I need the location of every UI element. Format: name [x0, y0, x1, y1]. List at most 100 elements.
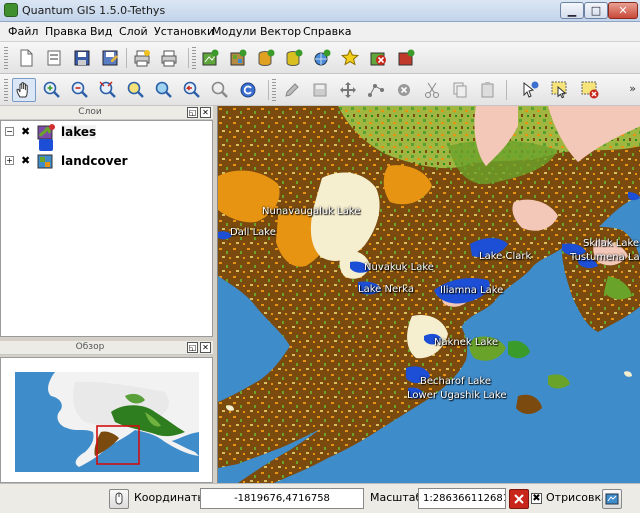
- overview-panel-title: Обзор: [75, 342, 105, 352]
- print-composer-button[interactable]: [130, 46, 154, 70]
- menu-view[interactable]: Вид: [90, 25, 112, 38]
- pan-tool-button[interactable]: [12, 78, 36, 102]
- panel-close-button[interactable]: ✕: [200, 342, 211, 353]
- zoom-last-button[interactable]: [180, 78, 204, 102]
- add-postgis-layer-button[interactable]: [254, 46, 278, 70]
- toggle-extents-button[interactable]: [109, 489, 129, 509]
- toggle-editing-button[interactable]: [280, 78, 304, 102]
- overview-panel-header: Обзор ◱ ✕: [0, 341, 213, 355]
- stop-render-button[interactable]: [509, 489, 529, 509]
- open-project-button[interactable]: [42, 46, 66, 70]
- pencil-icon: [285, 83, 299, 97]
- toolbar-grip[interactable]: [4, 47, 8, 69]
- map-label-naknek-lake: Naknek Lake: [434, 337, 499, 348]
- coordinates-field[interactable]: -1819676,4716758: [200, 488, 364, 509]
- layer-visibility-checkbox[interactable]: ✖: [21, 155, 32, 166]
- map-canvas[interactable]: Nunavaugaluk Lake Dall Lake Nuvakuk Lake…: [217, 106, 640, 483]
- save-project-button[interactable]: [70, 46, 94, 70]
- landcover-map[interactable]: [218, 106, 640, 483]
- zoom-in-button[interactable]: [40, 78, 64, 102]
- projection-button[interactable]: [602, 489, 622, 509]
- deselect-icon: [581, 81, 599, 99]
- add-vector-layer-button[interactable]: [198, 46, 222, 70]
- deselect-features-button[interactable]: [578, 78, 602, 102]
- hand-pan-icon: [16, 82, 28, 98]
- identify-features-button[interactable]: [518, 78, 542, 102]
- new-vector-layer-button[interactable]: [338, 46, 362, 70]
- close-button[interactable]: ✕: [608, 2, 638, 19]
- panel-float-button[interactable]: ◱: [187, 107, 198, 118]
- map-label-dall-lake: Dall Lake: [230, 227, 276, 238]
- new-project-button[interactable]: [14, 46, 38, 70]
- identify-icon: [523, 81, 539, 98]
- toolbar-grip[interactable]: [272, 79, 276, 101]
- minimize-button[interactable]: ▁: [560, 2, 584, 19]
- save-icon: [74, 50, 90, 66]
- copy-icon: [453, 82, 467, 98]
- overview-map-panel[interactable]: [0, 357, 213, 483]
- zoom-full-button[interactable]: [96, 78, 120, 102]
- add-spatialite-layer-button[interactable]: [282, 46, 306, 70]
- overview-map-thumbnail[interactable]: [15, 372, 199, 472]
- toolbar-overflow-icon[interactable]: »: [629, 82, 636, 95]
- print-composer-icon: [134, 50, 150, 67]
- menu-vector[interactable]: Вектор: [260, 25, 301, 38]
- layer-plus-icon: [398, 49, 415, 66]
- toolbar-separator: [506, 80, 507, 100]
- print-button[interactable]: [157, 46, 181, 70]
- qgis-app-icon: [4, 3, 18, 17]
- refresh-icon: [240, 82, 256, 98]
- paste-features-button[interactable]: [476, 78, 500, 102]
- layer-row-lakes[interactable]: − ✖ lakes: [5, 123, 205, 141]
- toolbar-grip[interactable]: [4, 79, 8, 101]
- cut-features-button[interactable]: [420, 78, 444, 102]
- save-as-icon: [102, 50, 118, 66]
- add-wms-layer-button[interactable]: [310, 46, 334, 70]
- zoom-next-button[interactable]: [208, 78, 232, 102]
- save-as-button[interactable]: [98, 46, 122, 70]
- zoom-out-button[interactable]: [68, 78, 92, 102]
- menu-settings[interactable]: Установки: [154, 25, 214, 38]
- node-tool-button[interactable]: [364, 78, 388, 102]
- menu-help[interactable]: Справка: [303, 25, 351, 38]
- move-feature-button[interactable]: [336, 78, 360, 102]
- remove-layer-button[interactable]: [366, 46, 390, 70]
- toolbar-grip[interactable]: [192, 47, 196, 69]
- copy-features-button[interactable]: [448, 78, 472, 102]
- layers-panel-header: Слои ◱ ✕: [0, 106, 213, 120]
- maximize-button[interactable]: □: [584, 2, 608, 19]
- status-bar: Координаты: -1819676,4716758 Масштаб 1:2…: [0, 483, 640, 513]
- select-features-button[interactable]: [548, 78, 572, 102]
- layer-row-landcover[interactable]: + ✖ landcover: [5, 152, 205, 170]
- database-icon: [258, 49, 275, 67]
- toolbar-separator: [268, 80, 269, 100]
- panel-close-button[interactable]: ✕: [200, 107, 211, 118]
- projection-icon: [605, 493, 619, 505]
- expand-collapse-icon[interactable]: +: [5, 156, 14, 165]
- delete-icon: [398, 84, 410, 96]
- menu-edit[interactable]: Правка: [45, 25, 87, 38]
- layers-panel-title: Слои: [78, 107, 102, 117]
- refresh-button[interactable]: [236, 78, 260, 102]
- panel-float-button[interactable]: ◱: [187, 342, 198, 353]
- add-raster-layer-button[interactable]: [226, 46, 250, 70]
- menu-plugins[interactable]: Модули: [212, 25, 257, 38]
- render-checkbox[interactable]: ✖: [531, 493, 542, 504]
- layers-tree: − ✖ lakes + ✖ landcover: [0, 120, 213, 337]
- expand-collapse-icon[interactable]: −: [5, 127, 14, 136]
- map-label-tustumena-lake: Tustumena Lake: [570, 252, 640, 263]
- zoom-to-selection-button[interactable]: [124, 78, 148, 102]
- map-navigation-toolbar: »: [0, 74, 640, 106]
- delete-selected-button[interactable]: [392, 78, 416, 102]
- menu-layer[interactable]: Слой: [119, 25, 148, 38]
- save-edits-button[interactable]: [308, 78, 332, 102]
- zoom-full-icon: [99, 81, 116, 98]
- zoom-to-layer-button[interactable]: [152, 78, 176, 102]
- menu-file[interactable]: Файл: [8, 25, 38, 38]
- toggle-editing-layer-button[interactable]: [394, 46, 418, 70]
- scale-field[interactable]: 1:286366112681: [418, 488, 506, 509]
- layer-visibility-checkbox[interactable]: ✖: [21, 126, 32, 137]
- toolbar-separator: [188, 48, 189, 68]
- lakes-legend-swatch: [39, 139, 53, 151]
- zoom-in-icon: [43, 81, 60, 98]
